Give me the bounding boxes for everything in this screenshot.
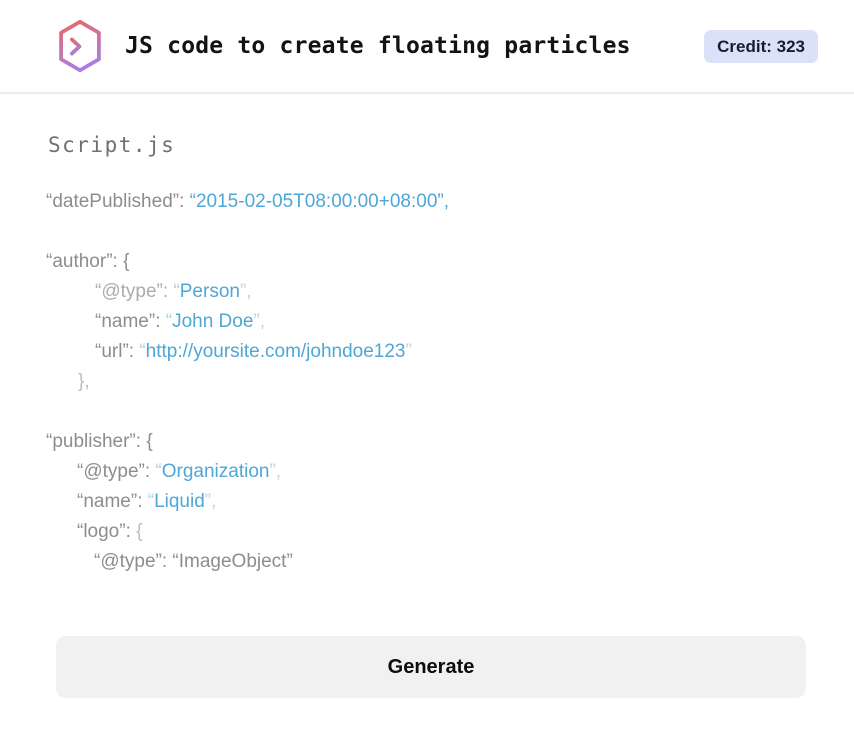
credit-badge: Credit: 323: [704, 29, 818, 63]
code-line: “publisher”: {: [46, 427, 806, 457]
code-token: {: [136, 521, 143, 542]
code-token: “url”: [95, 341, 129, 362]
code-line: “url”: “http://yoursite.com/johndoe123”: [46, 337, 806, 367]
code-token: ”,: [269, 461, 282, 482]
code-token: John Doe: [172, 311, 254, 332]
code-token: “name”: [77, 491, 138, 512]
code-token: :: [125, 521, 137, 542]
file-title: Script.js: [48, 133, 176, 157]
code-line: “@type”: “Person”,: [46, 277, 806, 307]
code-token: “2015-02-05T08:00:00+08:00”,: [189, 191, 449, 212]
code-token: :: [155, 311, 166, 332]
main-content: Script.js “datePublished”: “2015-02-05T0…: [0, 94, 854, 698]
code-line: “@type”: “Organization”,: [46, 457, 806, 487]
code-token: ”,: [253, 311, 266, 332]
code-token: :: [135, 431, 147, 452]
code-token: {: [146, 431, 153, 452]
code-block: “datePublished”: “2015-02-05T08:00:00+08…: [46, 187, 806, 577]
code-token: :: [112, 251, 124, 272]
code-token: “logo”: [77, 521, 126, 542]
header: JS code to create floating particles Cre…: [0, 0, 854, 94]
code-token: ”,: [204, 491, 217, 512]
code-line: “author”: {: [46, 247, 806, 277]
code-token: ”,: [239, 281, 252, 302]
code-line: “name”: “Liquid”,: [46, 487, 806, 517]
code-token: “name”: [95, 311, 156, 332]
code-token: :: [137, 491, 148, 512]
code-token: “@type”: [95, 281, 163, 302]
generate-button[interactable]: Generate: [56, 636, 806, 698]
code-token: “author”: [46, 251, 113, 272]
code-token: “@type”: “ImageObject”: [94, 551, 293, 572]
app-window: JS code to create floating particles Cre…: [0, 0, 854, 698]
code-token: ”: [405, 341, 412, 362]
code-token: :: [162, 281, 174, 302]
code-token: :: [179, 191, 190, 212]
code-token: {: [123, 251, 130, 272]
terminal-hexagon-logo-icon: [53, 19, 107, 73]
code-token: http://yoursite.com/johndoe123: [145, 341, 406, 362]
code-token: },: [78, 371, 90, 392]
code-token: Person: [179, 281, 240, 302]
code-line: },: [46, 367, 806, 397]
code-line: “name”: “John Doe”,: [46, 307, 806, 337]
code-token: Liquid: [154, 491, 205, 512]
code-token: :: [144, 461, 156, 482]
code-line: “datePublished”: “2015-02-05T08:00:00+08…: [46, 187, 806, 217]
code-line: “@type”: “ImageObject”: [46, 547, 806, 577]
code-token: Organization: [161, 461, 270, 482]
code-token: “@type”: [77, 461, 145, 482]
code-token: :: [128, 341, 140, 362]
code-line: “logo”: {: [46, 517, 806, 547]
code-token: “publisher”: [46, 431, 136, 452]
code-token: “datePublished”: [46, 191, 180, 212]
page-title: JS code to create floating particles: [125, 33, 631, 59]
